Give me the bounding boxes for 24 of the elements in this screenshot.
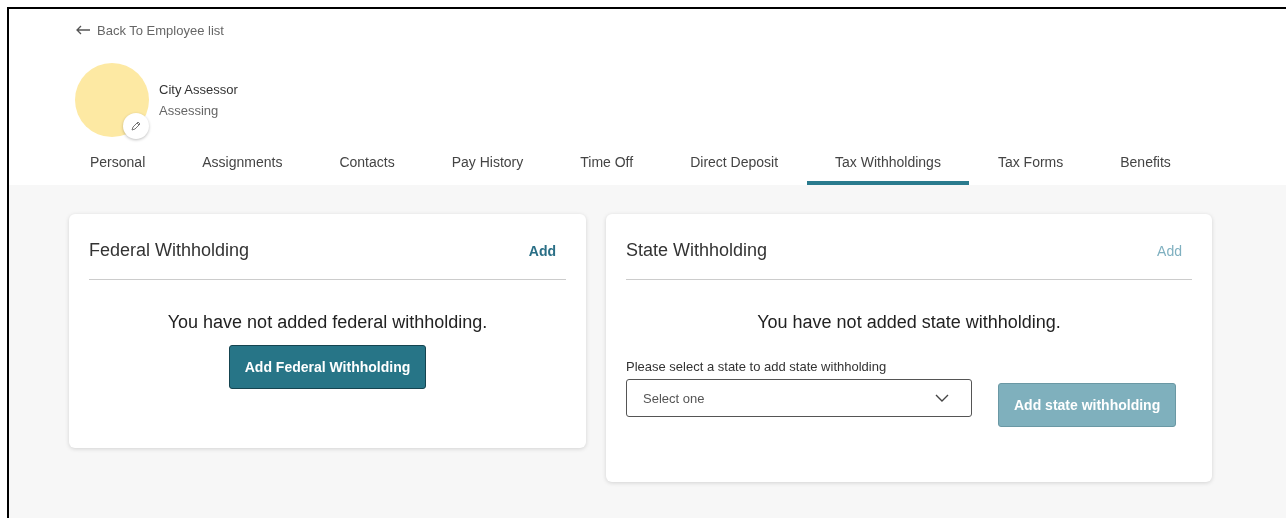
chevron-down-icon — [935, 394, 949, 402]
tab[interactable]: Time Off — [552, 145, 662, 185]
edit-button[interactable] — [123, 113, 149, 139]
card-title: Federal Withholding — [89, 240, 250, 261]
empty-message: You have not added federal withholding. — [166, 312, 489, 333]
tab[interactable]: Tax Withholdings — [807, 145, 969, 185]
state-select[interactable]: Select one — [626, 379, 972, 417]
pencil-icon — [130, 120, 142, 132]
add-button[interactable]: Add Federal Withholding — [228, 345, 427, 389]
card-title: State Withholding — [626, 240, 768, 261]
tab[interactable]: Pay History — [423, 145, 552, 185]
tab[interactable]: Personal — [32, 145, 174, 185]
tab[interactable]: Contacts — [311, 145, 423, 185]
tab[interactable]: Direct Deposit — [662, 145, 807, 185]
empty-message: You have not added state withholding. — [756, 312, 1062, 333]
field-label: Please select a state to add state withholding — [626, 359, 888, 374]
tab[interactable]: Assignments — [174, 145, 311, 185]
add-link[interactable]: Add — [528, 242, 556, 259]
tab[interactable]: Tax Forms — [969, 145, 1092, 185]
arrow-left-icon — [75, 25, 91, 35]
job-title: City Assessor — [159, 82, 238, 97]
department: Assessing — [159, 103, 220, 118]
back-link[interactable]: Back To Employee list — [75, 22, 224, 38]
tab[interactable]: Benefits — [1092, 145, 1199, 185]
